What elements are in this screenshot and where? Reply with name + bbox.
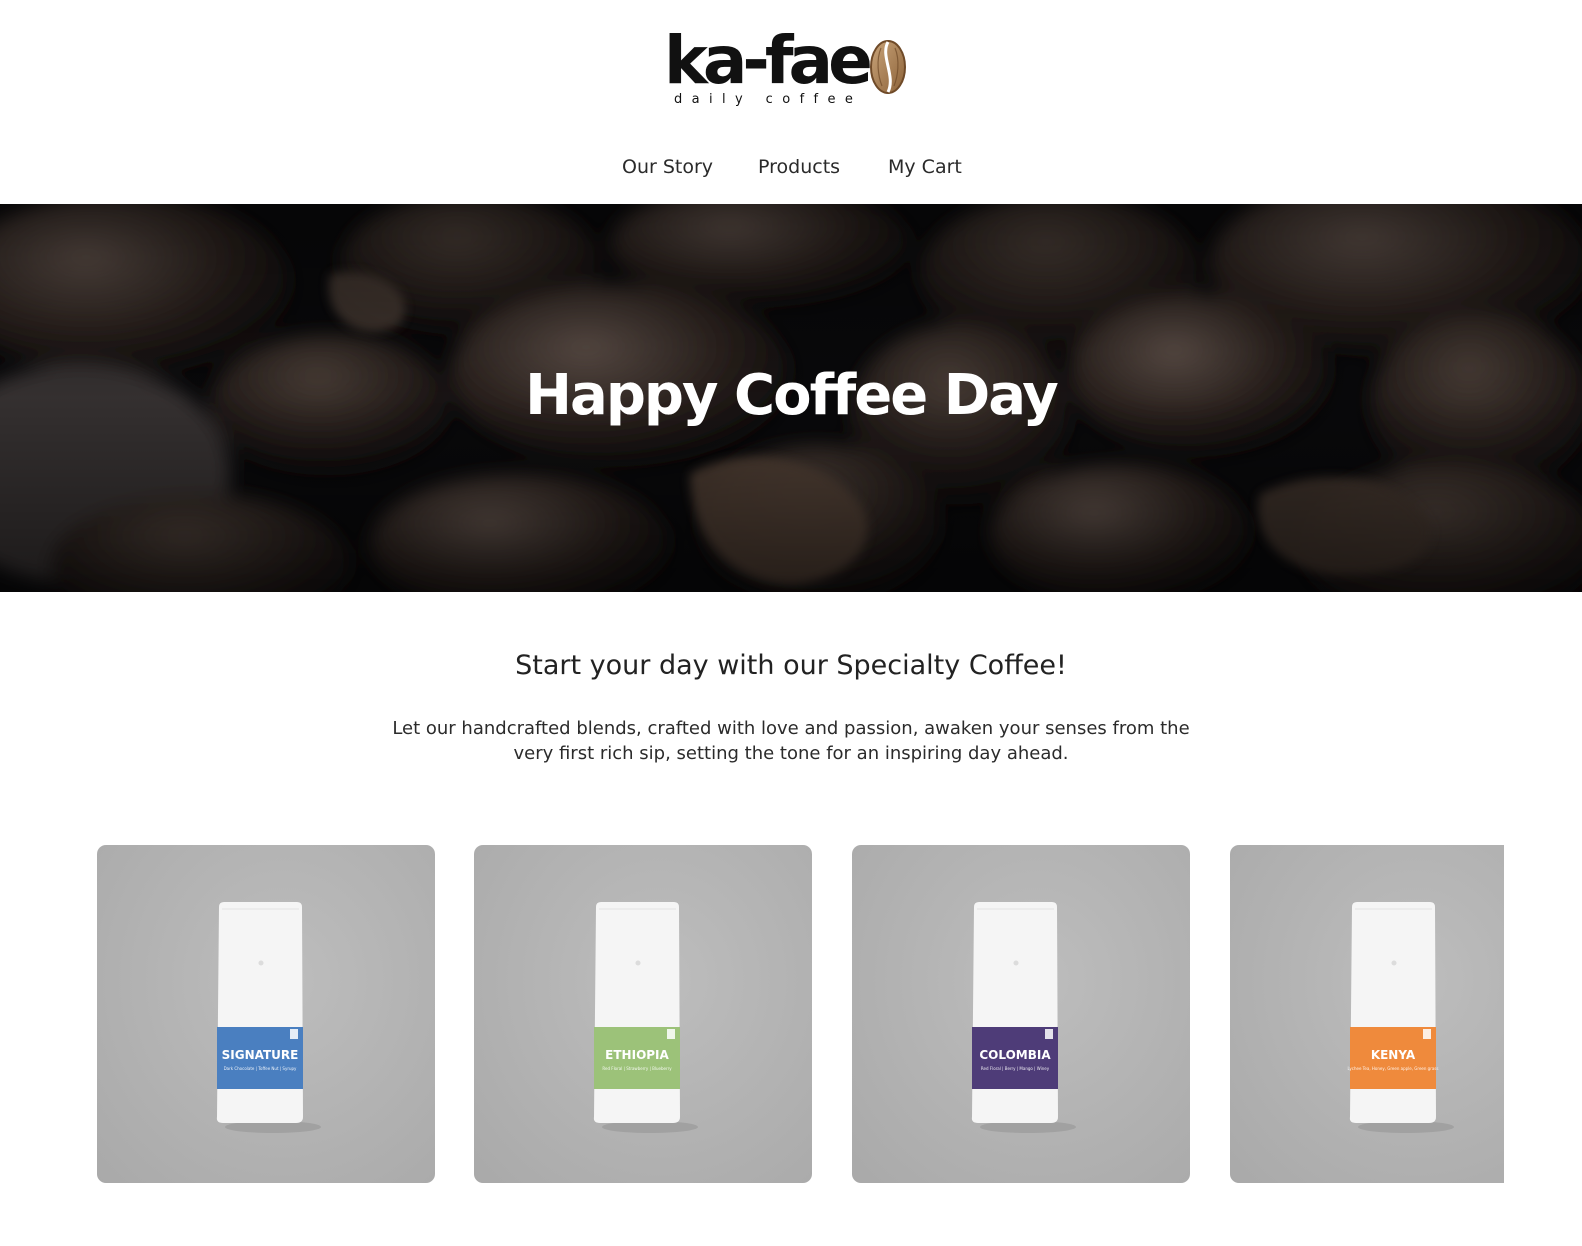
coffee-bag-image (593, 902, 698, 1133)
coffee-bean-icon (870, 40, 906, 94)
product-notes: Dark Chocolate | Toffee Nut | Syrupy (223, 1066, 297, 1071)
product-carousel: SIGNATURE Dark Chocolate | Toffee Nut | … (0, 845, 1504, 1185)
main-nav: Our Story Products My Cart (0, 150, 1582, 184)
nav-products[interactable]: Products (758, 150, 840, 184)
coffee-bag-image (1349, 902, 1454, 1133)
product-name: KENYA (1370, 1048, 1416, 1062)
product-card-ethiopia[interactable]: ETHIOPIA Red Floral | Strawberry | Blueb… (474, 845, 812, 1183)
brand-tagline: daily coffee (674, 92, 863, 107)
coffee-bag-image (216, 902, 321, 1133)
product-notes: Lychee Tea, Honey, Green apple, Green gr… (1347, 1066, 1439, 1071)
product-notes: Red Floral | Berry | Mango | Winey (980, 1066, 1050, 1071)
product-card-signature[interactable]: SIGNATURE Dark Chocolate | Toffee Nut | … (97, 845, 435, 1183)
site-header: ka-fae daily coffee Our Story Products M… (0, 0, 1582, 204)
product-card-kenya[interactable]: KENYA Lychee Tea, Honey, Green apple, Gr… (1230, 845, 1504, 1183)
intro-heading: Start your day with our Specialty Coffee… (515, 650, 1067, 681)
nav-our-story[interactable]: Our Story (622, 150, 713, 184)
product-notes: Red Floral | Strawberry | Blueberry (602, 1066, 672, 1071)
product-name: ETHIOPIA (605, 1048, 669, 1062)
intro-text: Let our handcrafted blends, crafted with… (392, 718, 1190, 764)
product-card-colombia[interactable]: COLOMBIA Red Floral | Berry | Mango | Wi… (852, 845, 1190, 1183)
nav-my-cart[interactable]: My Cart (888, 150, 962, 184)
coffee-bag-image (971, 902, 1076, 1133)
hero-banner: Happy Coffee Day (0, 204, 1582, 592)
page: ka-fae daily coffee Our Story Products M… (0, 0, 1582, 1246)
product-name: SIGNATURE (221, 1048, 299, 1062)
brand-wordmark: ka-fae (664, 22, 873, 99)
product-name: COLOMBIA (979, 1048, 1051, 1062)
hero-title: Happy Coffee Day (525, 363, 1059, 428)
brand-logo[interactable]: ka-fae daily coffee (664, 22, 914, 122)
